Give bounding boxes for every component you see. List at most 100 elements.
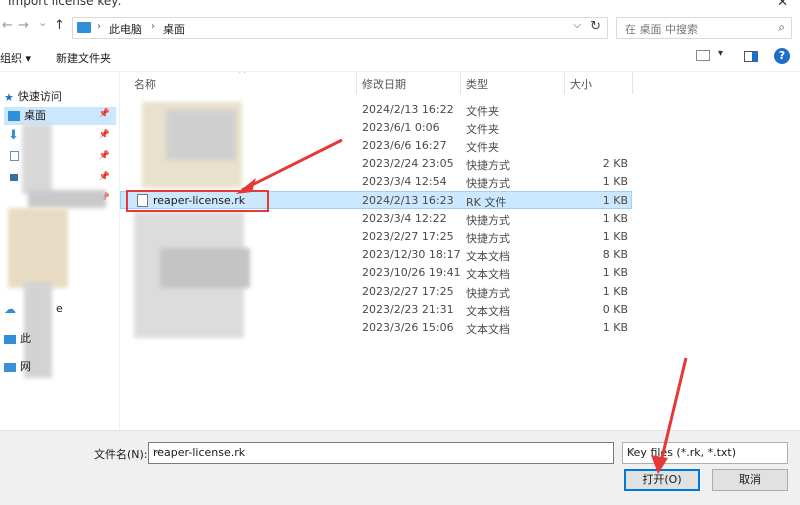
document-icon: [10, 151, 19, 161]
redacted-area: [28, 190, 106, 208]
organize-button[interactable]: 组织 ▾: [0, 50, 31, 66]
cancel-button[interactable]: 取消: [712, 469, 788, 491]
column-header-type[interactable]: 类型: [466, 76, 488, 92]
sidebar-item-quick-access[interactable]: ★ 快速访问: [4, 88, 62, 106]
help-icon[interactable]: ?: [774, 48, 790, 64]
chevron-down-icon[interactable]: ⌵: [153, 445, 608, 456]
picture-icon: [10, 173, 18, 181]
file-type: 文本文档: [466, 268, 510, 281]
title-bar: Import license key: ✕: [0, 0, 800, 12]
recent-locations-icon[interactable]: ⌄: [38, 16, 47, 29]
modified-date: 2024/2/13 16:23: [362, 194, 454, 207]
file-list: ^ 名称 修改日期 类型 大小 2024/2/13 16:22 文件夹 2023…: [120, 72, 800, 430]
filename-field[interactable]: reaper-license.rk ⌵: [148, 442, 614, 464]
close-icon[interactable]: ✕: [777, 0, 788, 10]
download-icon: ⬇: [8, 128, 19, 143]
pin-icon[interactable]: 📌: [99, 151, 110, 161]
sidebar-item-label: 桌面: [24, 109, 46, 122]
column-header-name[interactable]: 名称: [134, 76, 156, 92]
column-header-date[interactable]: 修改日期: [362, 76, 406, 92]
file-size: 1 KB: [602, 285, 628, 298]
sidebar-item-onedrive[interactable]: ☁ e: [4, 302, 63, 320]
command-bar: 组织 ▾ 新建文件夹 ▾ ?: [0, 42, 800, 72]
new-folder-button[interactable]: 新建文件夹: [56, 50, 111, 66]
file-type: 快捷方式: [466, 177, 510, 190]
column-divider[interactable]: [564, 72, 565, 94]
sidebar-item-label: 网: [20, 360, 31, 373]
file-size: 1 KB: [602, 212, 628, 225]
sidebar-item-pictures[interactable]: 📌: [4, 170, 116, 188]
file-type: 文本文档: [466, 250, 510, 263]
file-type: 快捷方式: [466, 287, 510, 300]
sidebar-item-documents[interactable]: 📌: [4, 149, 116, 167]
window-title: Import license key:: [8, 0, 122, 8]
search-input[interactable]: 在 桌面 中搜索 ⌕: [616, 17, 792, 39]
pin-icon[interactable]: 📌: [99, 109, 110, 119]
breadcrumb-desktop[interactable]: 桌面: [163, 21, 185, 37]
sidebar-item-desktop[interactable]: 桌面 📌: [4, 107, 116, 125]
column-divider[interactable]: [632, 72, 633, 94]
file-type: RK 文件: [466, 196, 507, 209]
file-size: 1 KB: [602, 230, 628, 243]
column-header-size[interactable]: 大小: [570, 76, 592, 92]
chevron-right-icon[interactable]: ›: [151, 21, 155, 32]
file-size: 2 KB: [602, 157, 628, 170]
pin-icon[interactable]: 📌: [99, 172, 110, 182]
cloud-icon: ☁: [4, 302, 16, 316]
sort-ascending-icon: ^: [238, 72, 247, 80]
this-pc-icon: [77, 22, 91, 33]
file-type: 快捷方式: [466, 232, 510, 245]
modified-date: 2023/3/4 12:54: [362, 175, 447, 188]
redacted-area: [8, 208, 68, 288]
up-arrow-icon[interactable]: ↑: [54, 18, 65, 33]
file-size: 1 KB: [602, 175, 628, 188]
file-type: 文件夹: [466, 105, 499, 118]
redacted-area: [166, 110, 236, 160]
forward-arrow-icon[interactable]: →: [18, 18, 29, 33]
file-size: 1 KB: [602, 194, 628, 207]
network-icon: [4, 362, 16, 372]
modified-date: 2023/2/27 17:25: [362, 285, 454, 298]
modified-date: 2023/3/4 12:22: [362, 212, 447, 225]
file-type: 文本文档: [466, 305, 510, 318]
view-options-icon[interactable]: [696, 50, 710, 61]
modified-date: 2023/3/26 15:06: [362, 321, 454, 334]
pin-icon[interactable]: 📌: [99, 130, 110, 140]
file-type: 文本文档: [466, 323, 510, 336]
sidebar-item-label: e: [56, 302, 63, 315]
chevron-down-icon[interactable]: ▾: [718, 48, 723, 59]
sidebar-item-network[interactable]: 网: [4, 358, 31, 376]
annotation-highlight-box: [126, 190, 269, 212]
search-placeholder: 在 桌面 中搜索: [625, 23, 698, 36]
dialog-footer: 文件名(N): reaper-license.rk ⌵ Key files (*…: [0, 430, 800, 505]
search-icon[interactable]: ⌕: [778, 20, 785, 35]
sidebar-item-this-pc[interactable]: 此: [4, 330, 31, 348]
file-type: 快捷方式: [466, 159, 510, 172]
sidebar-item-label: 快速访问: [17, 90, 62, 103]
modified-date: 2023/12/30 18:17: [362, 248, 461, 261]
sidebar-item-downloads[interactable]: ⬇ 📌: [4, 128, 116, 146]
chevron-down-icon[interactable]: ⌵: [627, 445, 782, 456]
modified-date: 2023/2/27 17:25: [362, 230, 454, 243]
back-arrow-icon[interactable]: ←: [2, 18, 13, 33]
sidebar-item-label: 此: [20, 332, 31, 345]
chevron-down-icon[interactable]: ⌵: [573, 20, 581, 31]
redacted-area: [22, 124, 52, 194]
modified-date: 2023/6/1 0:06: [362, 121, 440, 134]
file-type-select[interactable]: Key files (*.rk, *.txt) ⌵: [622, 442, 788, 464]
open-button[interactable]: 打开(O): [624, 469, 700, 491]
column-divider[interactable]: [356, 72, 357, 94]
chevron-right-icon[interactable]: ›: [97, 21, 101, 32]
preview-pane-icon[interactable]: [744, 51, 758, 62]
file-type: 文件夹: [466, 123, 499, 136]
refresh-icon[interactable]: ↻: [590, 19, 601, 34]
modified-date: 2023/2/23 21:31: [362, 303, 454, 316]
navigation-pane: ★快速访问 桌面 📌 ⬇ 📌 📌 📌 📌 ☁e 此 网: [0, 72, 120, 430]
column-divider[interactable]: [460, 72, 461, 94]
breadcrumb-this-pc[interactable]: 此电脑: [109, 21, 142, 37]
navigation-bar: ← → ⌄ ↑ › 此电脑 › 桌面 ⌵ ↻ 在 桌面 中搜索 ⌕: [0, 12, 800, 42]
file-size: 1 KB: [602, 266, 628, 279]
file-type: 文件夹: [466, 141, 499, 154]
address-bar[interactable]: › 此电脑 › 桌面 ⌵ ↻: [72, 17, 608, 39]
redacted-area: [160, 248, 250, 288]
